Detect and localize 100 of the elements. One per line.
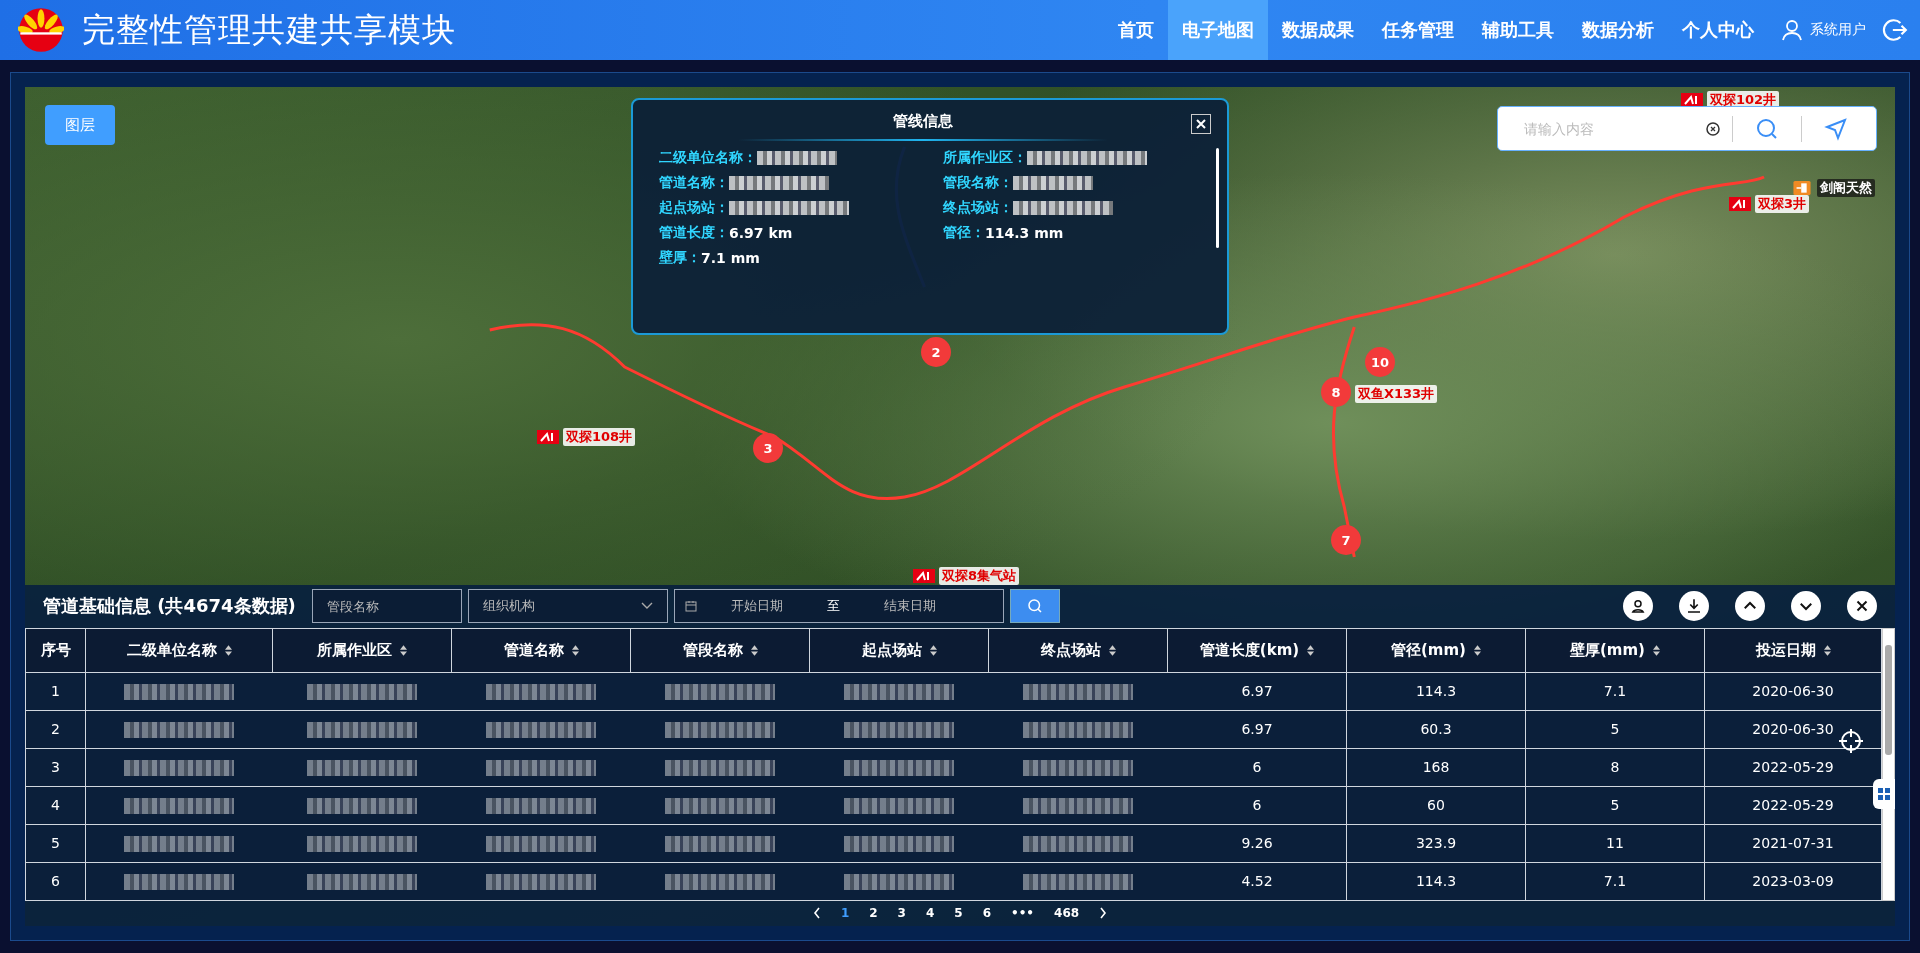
table-cell: 11 — [1525, 824, 1705, 862]
table-cell: 2020-06-30 — [1704, 672, 1882, 710]
table-cell: 2022-05-29 — [1704, 748, 1882, 786]
clear-icon[interactable] — [1706, 121, 1720, 136]
page-link[interactable]: 4 — [925, 906, 935, 921]
expand-down-button[interactable] — [1791, 591, 1821, 622]
nav-tab[interactable]: 数据成果 — [1268, 0, 1368, 60]
nav-tab[interactable]: 辅助工具 — [1468, 0, 1568, 60]
field-label: 所属作业区： — [943, 148, 1027, 167]
well-icon[interactable] — [913, 569, 935, 583]
popup-title: 管线信息 — [739, 112, 1107, 141]
user-icon[interactable] — [1780, 18, 1804, 42]
scrollbar[interactable] — [1216, 148, 1219, 248]
end-date-placeholder[interactable]: 结束日期 — [849, 597, 970, 616]
table-cell: 3 — [25, 748, 86, 786]
nav-tab[interactable]: 任务管理 — [1368, 0, 1468, 60]
grid-icon[interactable] — [1878, 788, 1890, 800]
table-cell: 8 — [1525, 748, 1705, 786]
crosshair-icon[interactable] — [1837, 727, 1865, 755]
column-header[interactable]: 二级单位名称 — [85, 628, 273, 672]
satellite-map[interactable] — [25, 87, 1895, 926]
table-cell: 6 — [1167, 786, 1347, 824]
map-pin[interactable]: 10 — [1365, 347, 1395, 377]
field-label: 壁厚： — [659, 248, 701, 267]
table-cell: 323.9 — [1346, 824, 1526, 862]
nav-tab[interactable]: 数据分析 — [1568, 0, 1668, 60]
start-date-placeholder[interactable]: 开始日期 — [696, 597, 817, 616]
column-header[interactable]: 管径(mm) — [1346, 628, 1526, 672]
date-range-field[interactable]: 开始日期 至 结束日期 — [673, 589, 1004, 624]
table-cell: 7.1 — [1525, 672, 1705, 710]
station-icon[interactable] — [1791, 181, 1813, 195]
field-label: 起点场站： — [659, 198, 729, 217]
table-cell: 2023-03-09 — [1704, 862, 1882, 900]
navigation-icon[interactable] — [1824, 116, 1848, 141]
segment-name-field[interactable]: 管段名称 — [311, 589, 462, 624]
table-cell: 6.97 — [1167, 672, 1347, 710]
column-header[interactable]: 管道名称 — [451, 628, 631, 672]
user-name[interactable]: 系统用户 — [1810, 21, 1866, 39]
table-cell: 6.97 — [1167, 710, 1347, 748]
well-icon[interactable] — [1729, 197, 1751, 211]
close-button[interactable] — [1847, 591, 1877, 622]
column-header[interactable]: 所属作业区 — [272, 628, 452, 672]
page-ellipsis[interactable]: ••• — [1011, 906, 1035, 921]
column-header[interactable]: 序号 — [25, 628, 86, 672]
download-icon[interactable] — [1685, 597, 1703, 616]
app-title: 完整性管理共建共享模块 — [82, 8, 456, 51]
field-label: 管段名称： — [943, 173, 1013, 192]
collapse-up-button[interactable] — [1735, 591, 1765, 622]
column-header[interactable]: 管段名称 — [630, 628, 810, 672]
field-label: 管径： — [943, 223, 985, 242]
page-link[interactable]: 6 — [982, 906, 992, 921]
column-header[interactable]: 壁厚(mm) — [1525, 628, 1705, 672]
well-icon[interactable] — [537, 430, 559, 444]
sort-icon[interactable] — [750, 644, 758, 656]
well-icon[interactable] — [1681, 93, 1703, 107]
person-icon[interactable] — [1629, 597, 1647, 616]
sort-icon[interactable] — [571, 644, 579, 656]
table-cell: 168 — [1346, 748, 1526, 786]
search-icon[interactable] — [1755, 116, 1779, 141]
table-cell: 1 — [25, 672, 86, 710]
table-cell: 5 — [1525, 710, 1705, 748]
logout-icon[interactable] — [1882, 17, 1908, 43]
map-pin[interactable]: 8 — [1321, 377, 1351, 407]
sort-icon[interactable] — [400, 644, 407, 656]
organization-select[interactable]: 组织机构 — [467, 589, 668, 624]
table-cell: 114.3 — [1346, 672, 1526, 710]
grid-button[interactable] — [1873, 779, 1895, 809]
sort-icon[interactable] — [1307, 644, 1315, 656]
locate-person-button[interactable] — [1623, 591, 1653, 622]
sort-icon[interactable] — [1474, 644, 1481, 656]
nav-tab[interactable]: 个人中心 — [1668, 0, 1768, 60]
table-cell: 60.3 — [1346, 710, 1526, 748]
page-link[interactable]: 2 — [869, 906, 878, 921]
sort-icon[interactable] — [1108, 644, 1116, 656]
chevron-down-icon[interactable] — [640, 602, 653, 611]
column-header[interactable]: 投运日期 — [1704, 628, 1882, 672]
table-cell: 2020-06-30 — [1704, 710, 1882, 748]
map-pin[interactable]: 7 — [1331, 525, 1361, 555]
next-page-icon[interactable] — [1099, 907, 1108, 920]
field-value: 114.3 mm — [985, 224, 1064, 241]
search-button[interactable] — [1009, 589, 1060, 624]
page-link[interactable]: 1 — [840, 906, 850, 921]
previous-page-icon[interactable] — [812, 907, 821, 920]
column-header[interactable]: 起点场站 — [809, 628, 989, 672]
page-link[interactable]: 5 — [954, 906, 963, 921]
download-button[interactable] — [1679, 591, 1709, 622]
page-link[interactable]: 468 — [1054, 906, 1080, 921]
range-separator: 至 — [826, 597, 840, 616]
column-header[interactable]: 终点场站 — [988, 628, 1168, 672]
sort-icon[interactable] — [1653, 644, 1660, 656]
map-pin[interactable]: 3 — [753, 433, 783, 463]
sort-icon[interactable] — [1823, 644, 1831, 656]
page-link[interactable]: 3 — [897, 906, 906, 921]
table-cell: 6 — [25, 862, 86, 900]
nav-tab[interactable]: 首页 — [1104, 0, 1168, 60]
map-pin[interactable]: 2 — [921, 337, 951, 367]
column-header[interactable]: 管道长度(km) — [1167, 628, 1347, 672]
field-label: 二级单位名称： — [659, 148, 757, 167]
sort-icon[interactable] — [929, 644, 937, 656]
sort-icon[interactable] — [224, 644, 232, 656]
